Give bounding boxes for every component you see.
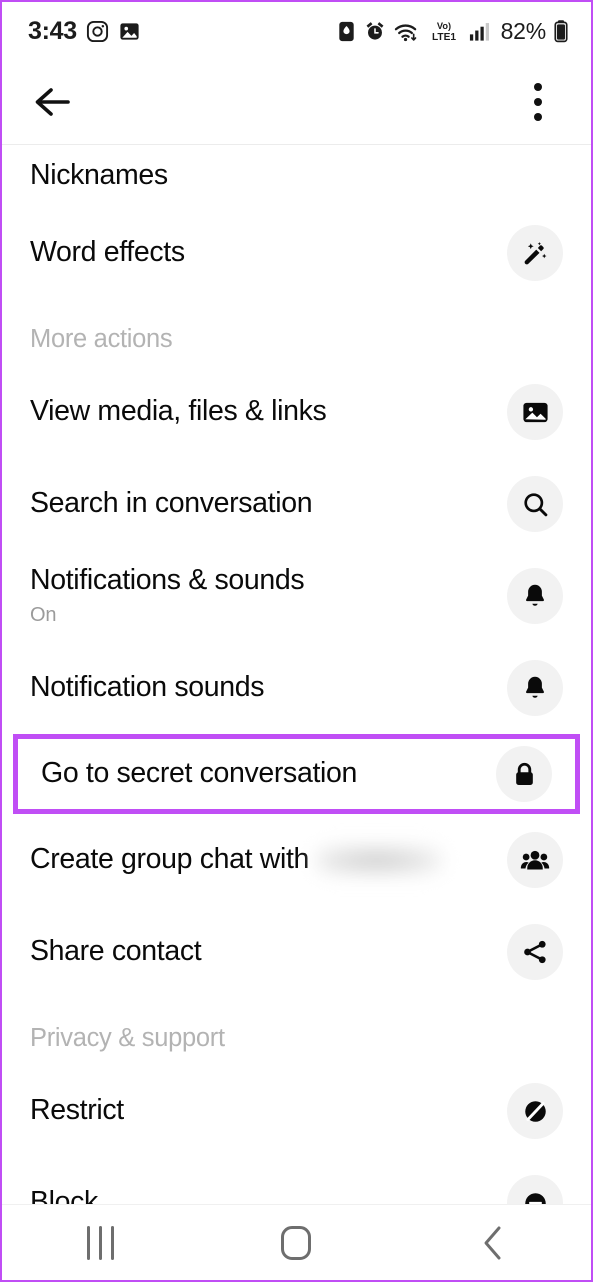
title-with-redacted-name: Create group chat with: [30, 843, 444, 877]
row-texts: Create group chat with: [30, 843, 444, 877]
nav-back-button[interactable]: [438, 1212, 548, 1274]
group-people-icon: [507, 832, 563, 888]
image-icon: [507, 384, 563, 440]
magic-wand-icon: [507, 225, 563, 281]
lock-icon: [496, 746, 552, 802]
list-item-label: Word effects: [30, 236, 185, 269]
list-item-word-effects[interactable]: Word effects: [2, 207, 591, 299]
list-item-share-contact[interactable]: Share contact: [2, 906, 591, 998]
overflow-menu-button[interactable]: [511, 75, 565, 129]
instagram-icon: [86, 20, 108, 42]
block-icon: [507, 1175, 563, 1204]
list-item-label: Notification sounds: [30, 671, 265, 704]
row-texts: Share contact: [30, 935, 202, 969]
list-item-label: Nicknames: [30, 159, 168, 192]
share-icon: [507, 924, 563, 980]
gallery-icon: [120, 22, 139, 40]
chevron-left-icon: [484, 1226, 501, 1259]
svg-text:LTE1: LTE1: [432, 32, 456, 43]
bell-icon: [507, 660, 563, 716]
back-button[interactable]: [26, 75, 80, 129]
list-item-label: View media, files & links: [30, 395, 327, 428]
recents-icon: [86, 1225, 114, 1260]
redacted-contact-name: [315, 845, 444, 875]
phone-screen: 3:43 Vo) LTE1 82% Nicknames Word effects…: [0, 0, 593, 1282]
restrict-icon: [507, 1083, 563, 1139]
list-item-label: Notifications & sounds: [30, 564, 305, 597]
status-bar-right: Vo) LTE1 82%: [336, 18, 569, 45]
list-item-create-group-chat[interactable]: Create group chat with: [2, 814, 591, 906]
list-item-nicknames[interactable]: Nicknames: [2, 145, 591, 207]
list-item-notification-sounds[interactable]: Notification sounds: [2, 642, 591, 734]
more-vertical-icon: [534, 83, 542, 121]
list-item-label: Go to secret conversation: [41, 757, 357, 790]
row-texts: Nicknames: [30, 159, 168, 193]
row-texts: View media, files & links: [30, 395, 327, 429]
list-item-block[interactable]: Block: [2, 1157, 591, 1204]
home-icon: [281, 1225, 312, 1260]
status-bar: 3:43 Vo) LTE1 82%: [2, 2, 591, 60]
row-texts: Word effects: [30, 236, 185, 270]
settings-list[interactable]: Nicknames Word effects More actions View…: [2, 145, 591, 1204]
search-icon: [507, 476, 563, 532]
list-item-notifications-and-sounds[interactable]: Notifications & sounds On: [2, 550, 591, 642]
volte-icon: Vo) LTE1: [432, 21, 456, 43]
list-item-label: Search in conversation: [30, 487, 313, 520]
app-bar: [2, 60, 591, 145]
list-item-label: Create group chat with: [30, 843, 310, 876]
row-texts: Restrict: [30, 1094, 124, 1128]
list-item-go-to-secret-conversation[interactable]: Go to secret conversation: [13, 734, 580, 814]
bell-icon: [507, 568, 563, 624]
nav-recents-button[interactable]: [45, 1212, 155, 1274]
svg-text:Vo): Vo): [436, 21, 450, 31]
wifi-icon: [394, 23, 416, 41]
status-bar-left: 3:43: [28, 17, 141, 46]
battery-icon: [554, 20, 568, 43]
list-item-subtitle: On: [30, 603, 57, 626]
row-texts: Notification sounds: [30, 671, 265, 705]
list-item-restrict[interactable]: Restrict: [2, 1065, 591, 1157]
section-header-more-actions: More actions: [30, 325, 173, 353]
alarm-icon: [366, 21, 383, 40]
row-texts: Block: [30, 1186, 98, 1204]
nav-home-button[interactable]: [241, 1212, 351, 1274]
list-item-label: Block: [30, 1186, 98, 1204]
row-texts: Go to secret conversation: [41, 757, 357, 791]
list-item-view-media-files-links[interactable]: View media, files & links: [2, 366, 591, 458]
list-item-label: Restrict: [30, 1094, 124, 1127]
section-header-privacy-and-support: Privacy & support: [30, 1024, 225, 1052]
row-texts: Search in conversation: [30, 487, 313, 521]
samsung-pay-icon: [338, 21, 354, 41]
arrow-left-icon: [35, 88, 70, 116]
list-item-search-in-conversation[interactable]: Search in conversation: [2, 458, 591, 550]
row-texts: Notifications & sounds On: [30, 564, 305, 628]
battery-percent-label: 82%: [500, 17, 547, 44]
list-item-label: Share contact: [30, 935, 202, 968]
status-clock: 3:43: [28, 16, 77, 45]
system-navigation-bar: [2, 1204, 591, 1280]
signal-icon: [469, 22, 489, 41]
